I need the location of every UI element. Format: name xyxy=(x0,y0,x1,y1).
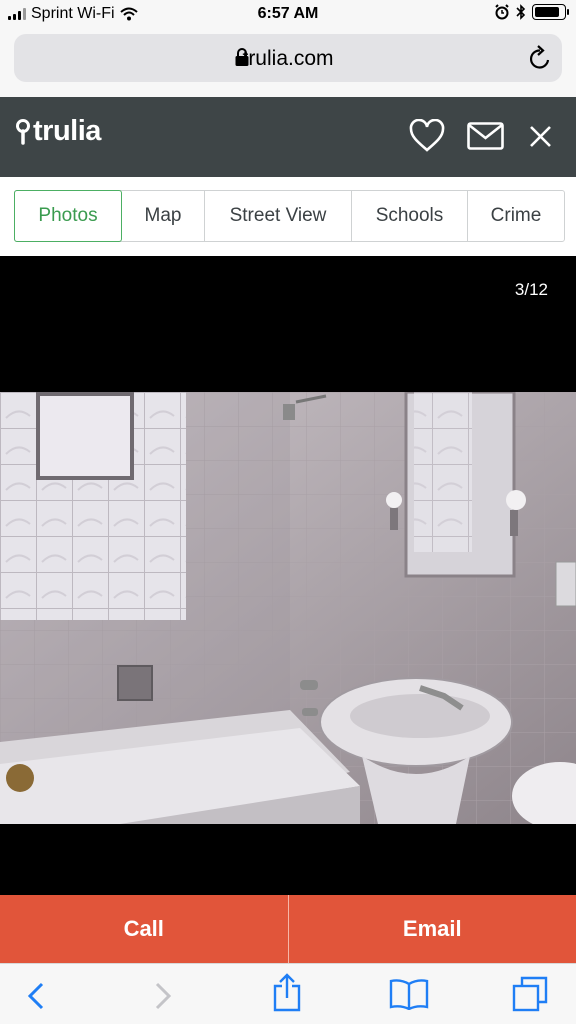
tab-schools[interactable]: Schools xyxy=(352,191,468,241)
tabs-icon[interactable] xyxy=(512,976,548,1012)
browser-address-area: trulia.com xyxy=(0,30,576,97)
location-pin-icon xyxy=(16,118,30,145)
status-time: 6:57 AM xyxy=(257,5,319,22)
reload-icon[interactable] xyxy=(528,45,552,71)
forward-icon xyxy=(155,982,172,1010)
battery-icon xyxy=(532,4,569,20)
address-bar[interactable]: trulia.com xyxy=(14,34,562,82)
battery-fill xyxy=(535,7,559,17)
bookmarks-icon[interactable] xyxy=(389,978,429,1010)
screen: Sprint Wi-Fi 6:57 AM trulia.com trulia P… xyxy=(0,0,576,1024)
mail-icon[interactable] xyxy=(467,122,504,150)
url-text: trulia.com xyxy=(242,47,334,70)
tab-crime[interactable]: Crime xyxy=(468,191,564,241)
media-tabs-area: Photos Map Street View Schools Crime xyxy=(0,177,576,256)
media-tabs: Photos Map Street View Schools Crime xyxy=(14,190,565,242)
heart-icon[interactable] xyxy=(409,119,445,153)
email-button[interactable]: Email xyxy=(287,895,576,963)
app-header: trulia xyxy=(0,97,576,177)
status-bar: Sprint Wi-Fi 6:57 AM xyxy=(0,0,576,30)
trulia-logo[interactable]: trulia xyxy=(16,115,101,148)
call-button[interactable]: Call xyxy=(0,895,288,963)
back-icon[interactable] xyxy=(26,981,46,1011)
browser-toolbar xyxy=(0,963,576,1024)
tab-map[interactable]: Map xyxy=(122,191,205,241)
tab-street-view[interactable]: Street View xyxy=(205,191,352,241)
bluetooth-icon xyxy=(516,4,526,20)
status-right xyxy=(494,4,569,20)
photo-counter: 3/12 xyxy=(514,280,548,299)
logo-text: trulia xyxy=(33,115,101,147)
share-icon[interactable] xyxy=(272,972,302,1012)
bathroom-photo-image xyxy=(0,392,576,824)
contact-actions: Call Email xyxy=(0,895,576,963)
alarm-icon xyxy=(495,4,509,20)
bathroom-photo[interactable] xyxy=(0,392,576,824)
photo-viewer[interactable]: 3/12 xyxy=(0,256,576,895)
tab-photos[interactable]: Photos xyxy=(14,190,122,242)
close-icon[interactable] xyxy=(529,125,552,148)
